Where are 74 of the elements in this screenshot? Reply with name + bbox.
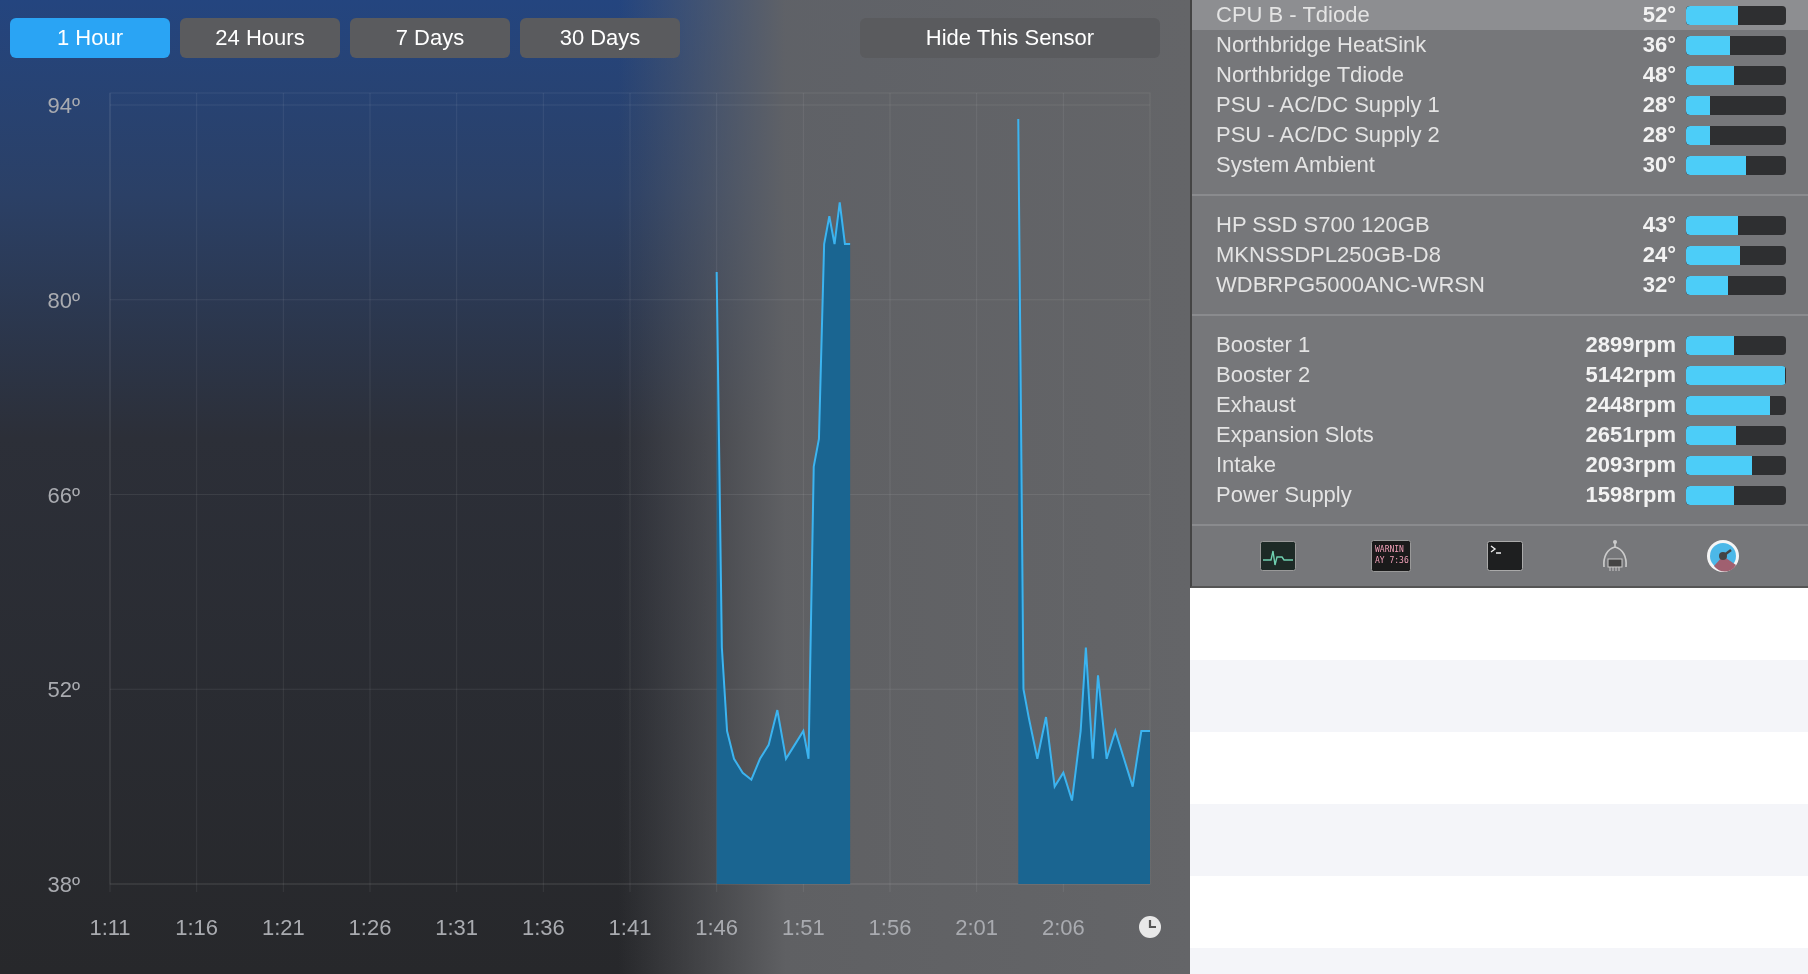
time-range-tab[interactable]: 24 Hours bbox=[180, 18, 340, 58]
sensor-row[interactable]: Booster 1 2899rpm bbox=[1192, 330, 1808, 360]
sensor-reading: 32° bbox=[1642, 272, 1676, 298]
time-range-tab[interactable]: 7 Days bbox=[350, 18, 510, 58]
sensor-reading: 48° bbox=[1642, 62, 1676, 88]
sensor-reading: 36° bbox=[1642, 32, 1676, 58]
sensor-row[interactable]: Intake 2093rpm bbox=[1192, 450, 1808, 480]
y-axis-label: 66º bbox=[47, 482, 80, 508]
x-axis-label: 2:06 bbox=[1041, 915, 1085, 940]
x-axis-label: 1:16 bbox=[175, 915, 219, 940]
sensor-row[interactable]: WDBRPG5000ANC-WRSN 32° bbox=[1192, 270, 1808, 300]
y-axis-label: 80º bbox=[47, 287, 80, 313]
sensor-row[interactable]: Booster 2 5142rpm bbox=[1192, 360, 1808, 390]
hide-sensor-button[interactable]: Hide This Sensor bbox=[860, 18, 1160, 58]
sensor-name: Northbridge HeatSink bbox=[1216, 32, 1428, 58]
sensor-name: Booster 1 bbox=[1216, 332, 1312, 358]
sensor-reading: 2448rpm bbox=[1585, 392, 1676, 418]
console-icon-text: WARNIN bbox=[1375, 545, 1405, 554]
sensor-reading: 5142rpm bbox=[1585, 362, 1676, 388]
sensor-row[interactable]: Power Supply 1598rpm bbox=[1192, 480, 1808, 510]
x-axis-label: 1:21 bbox=[261, 915, 305, 940]
x-axis-label: 1:41 bbox=[608, 915, 652, 940]
sensor-name: Expansion Slots bbox=[1216, 422, 1375, 448]
sensor-name: Exhaust bbox=[1216, 392, 1297, 418]
terminal-icon[interactable] bbox=[1487, 541, 1523, 571]
console-icon-text: AY 7:36 bbox=[1375, 556, 1410, 565]
sensor-name: Northbridge Tdiode bbox=[1216, 62, 1405, 88]
sensor-row[interactable]: Exhaust 2448rpm bbox=[1192, 390, 1808, 420]
time-range-tab[interactable]: 1 Hour bbox=[10, 18, 170, 58]
sensor-name: WDBRPG5000ANC-WRSN bbox=[1216, 272, 1486, 298]
sensor-row[interactable]: Northbridge Tdiode 48° bbox=[1192, 60, 1808, 90]
sensor-name: MKNSSDPL250GB-D8 bbox=[1216, 242, 1442, 268]
sensor-reading: 24° bbox=[1642, 242, 1676, 268]
sensor-reading: 30° bbox=[1642, 152, 1676, 178]
sensor-row[interactable]: MKNSSDPL250GB-D8 24° bbox=[1192, 240, 1808, 270]
x-axis-label: 2:01 bbox=[955, 915, 999, 940]
x-axis-label: 1:56 bbox=[868, 915, 912, 940]
sensor-reading: 28° bbox=[1642, 122, 1676, 148]
x-axis-label: 1:11 bbox=[89, 915, 131, 940]
time-range-tab[interactable]: 30 Days bbox=[520, 18, 680, 58]
y-axis-label: 94º bbox=[47, 93, 80, 118]
x-axis-label: 1:31 bbox=[435, 915, 479, 940]
sensor-reading: 28° bbox=[1642, 92, 1676, 118]
sensor-row[interactable]: Expansion Slots 2651rpm bbox=[1192, 420, 1808, 450]
sensor-name: Power Supply bbox=[1216, 482, 1353, 508]
clock-icon[interactable] bbox=[1139, 916, 1161, 938]
sensor-name: CPU B - Tdiode bbox=[1216, 2, 1371, 28]
sensor-name: HP SSD S700 120GB bbox=[1216, 212, 1431, 238]
sensor-name: PSU - AC/DC Supply 2 bbox=[1216, 122, 1441, 148]
sensor-reading: 52° bbox=[1642, 2, 1676, 28]
y-axis-label: 38º bbox=[47, 872, 80, 897]
console-icon[interactable]: WARNIN AY 7:36 bbox=[1371, 540, 1412, 572]
y-axis-label: 52º bbox=[47, 677, 80, 703]
sensor-row[interactable]: Northbridge HeatSink 36° bbox=[1192, 30, 1808, 60]
sensor-reading: 43° bbox=[1642, 212, 1676, 238]
sensor-name: Intake bbox=[1216, 452, 1277, 478]
sensor-row[interactable]: HP SSD S700 120GB 43° bbox=[1192, 210, 1808, 240]
sensor-reading: 2093rpm bbox=[1585, 452, 1676, 478]
sensor-name: System Ambient bbox=[1216, 152, 1376, 178]
sensor-row[interactable]: PSU - AC/DC Supply 1 28° bbox=[1192, 90, 1808, 120]
x-axis-label: 1:51 bbox=[781, 915, 825, 940]
sensor-name: PSU - AC/DC Supply 1 bbox=[1216, 92, 1441, 118]
sensor-row[interactable]: CPU B - Tdiode 52° bbox=[1192, 0, 1808, 30]
gauge-icon[interactable] bbox=[1706, 539, 1741, 573]
sensor-reading: 2651rpm bbox=[1585, 422, 1676, 448]
activity-monitor-icon[interactable] bbox=[1259, 541, 1296, 571]
sensor-reading: 2899rpm bbox=[1585, 332, 1676, 358]
sensor-row[interactable]: System Ambient 30° bbox=[1192, 150, 1808, 180]
sensor-reading: 1598rpm bbox=[1585, 482, 1676, 508]
x-axis-label: 1:36 bbox=[521, 915, 565, 940]
x-axis-label: 1:46 bbox=[695, 915, 739, 940]
x-axis-label: 1:26 bbox=[348, 915, 392, 940]
sensor-name: Booster 2 bbox=[1216, 362, 1312, 388]
sensor-row[interactable]: PSU - AC/DC Supply 2 28° bbox=[1192, 120, 1808, 150]
